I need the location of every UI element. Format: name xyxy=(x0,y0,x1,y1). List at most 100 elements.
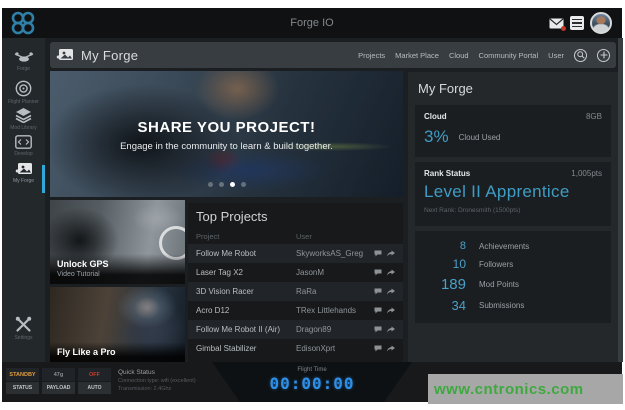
sidebar-item-label: Flight Planner xyxy=(8,99,39,105)
rank-label: Rank Status xyxy=(424,169,470,178)
mail-icon[interactable] xyxy=(549,18,564,29)
rank-card[interactable]: Rank Status 1,005pts Level II Apprentice… xyxy=(415,162,611,226)
project-name: Laser Tag X2 xyxy=(196,268,296,277)
comment-icon[interactable] xyxy=(374,345,382,352)
stats-card: 8 Achievements 10 Followers 189 Mod Poin… xyxy=(415,231,611,323)
rank-next: Next Rank: Dronesmith (1500pts) xyxy=(424,207,602,214)
share-icon[interactable] xyxy=(387,288,395,295)
flight-time-label: Flight Time xyxy=(212,367,412,373)
flight-time-display: Flight Time 00:00:00 xyxy=(212,362,412,402)
project-name: Follow Me Robot II (Air) xyxy=(196,325,296,334)
project-user: Dragon89 xyxy=(296,325,374,334)
nav-market-place[interactable]: Market Place xyxy=(395,51,439,60)
sidebar-item-label: My Forge xyxy=(13,178,34,184)
table-row[interactable]: 3D Vision Racer RaRa xyxy=(188,282,403,301)
auto-cell[interactable]: OFF AUTO xyxy=(78,368,111,394)
sidebar: Forge Flight Planner Mod Library xyxy=(2,38,45,362)
stat-followers[interactable]: 10 Followers xyxy=(424,257,602,271)
stat-mod-points[interactable]: 189 Mod Points xyxy=(424,276,602,293)
share-icon[interactable] xyxy=(387,250,395,257)
sidebar-item-mod-library[interactable]: Mod Library xyxy=(2,107,45,131)
video-subtitle: Video Tutorial xyxy=(57,271,178,278)
status-value: STANDBY xyxy=(6,368,39,381)
payload-cell[interactable]: 47g PAYLOAD xyxy=(42,368,75,394)
quick-status: Quick Status Connection type: wifi (exce… xyxy=(118,369,196,392)
table-row[interactable]: Follow Me Robot SkyworksAS_Greg xyxy=(188,244,403,263)
cloud-used-percent: 3% xyxy=(424,127,449,147)
watermark: www.cntronics.com xyxy=(428,374,623,404)
column-project: Project xyxy=(196,232,296,241)
comment-icon[interactable] xyxy=(374,326,382,333)
hero-subtitle: Engage in the community to learn & build… xyxy=(50,141,403,152)
status-cell[interactable]: STANDBY STATUS xyxy=(6,368,39,394)
table-row[interactable]: Gimbal Stabilizer EdisonXprt xyxy=(188,339,403,358)
stat-value: 189 xyxy=(424,276,466,293)
video-title: Fly Like a Pro xyxy=(57,347,178,357)
share-icon[interactable] xyxy=(387,269,395,276)
sidebar-item-develop[interactable]: Develop xyxy=(2,135,45,157)
nav-cloud[interactable]: Cloud xyxy=(449,51,469,60)
flight-time-value: 00:00:00 xyxy=(212,374,412,393)
sidebar-item-settings[interactable]: Settings xyxy=(2,316,45,341)
share-icon[interactable] xyxy=(387,345,395,352)
tools-icon xyxy=(15,316,32,333)
stat-value: 10 xyxy=(424,257,466,271)
project-name: 3D Vision Racer xyxy=(196,287,296,296)
project-user: EdisonXprt xyxy=(296,344,374,353)
nav-community-portal[interactable]: Community Portal xyxy=(479,51,539,60)
nav-projects[interactable]: Projects xyxy=(358,51,385,60)
quick-status-line: Transmission: 2.4Ghz xyxy=(118,386,196,392)
search-button[interactable] xyxy=(574,49,587,62)
project-user: JasonM xyxy=(296,268,374,277)
comment-icon[interactable] xyxy=(374,250,382,257)
share-icon[interactable] xyxy=(387,307,395,314)
hero-title: SHARE YOU PROJECT! xyxy=(50,119,403,136)
carousel-dot[interactable] xyxy=(241,182,246,187)
sidebar-item-forge[interactable]: Forge xyxy=(2,52,45,72)
user-avatar[interactable] xyxy=(590,12,612,34)
sidebar-item-label: Develop xyxy=(14,151,32,157)
carousel-dot[interactable] xyxy=(208,182,213,187)
my-forge-panel: My Forge Cloud 8GB 3% Cloud Used Rank St… xyxy=(408,72,618,362)
flight-planner-icon xyxy=(15,80,32,97)
comment-icon[interactable] xyxy=(374,307,382,314)
app-title: Forge IO xyxy=(2,17,622,29)
cloud-card[interactable]: Cloud 8GB 3% Cloud Used xyxy=(415,105,611,157)
hero-banner[interactable]: SHARE YOU PROJECT! Engage in the communi… xyxy=(50,71,403,197)
sidebar-item-flight-planner[interactable]: Flight Planner xyxy=(2,80,45,105)
rank-level: Level II Apprentice xyxy=(424,182,602,202)
page-title: My Forge xyxy=(81,48,138,63)
table-row[interactable]: Acro D12 TRex Littlehands xyxy=(188,301,403,320)
table-row[interactable]: Laser Tag X2 JasonM xyxy=(188,263,403,282)
sidebar-item-my-forge[interactable]: My Forge xyxy=(2,162,45,184)
project-name: Acro D12 xyxy=(196,306,296,315)
carousel-dot[interactable] xyxy=(219,182,224,187)
share-icon[interactable] xyxy=(387,326,395,333)
video-title: Unlock GPS xyxy=(57,259,178,269)
stat-submissions[interactable]: 34 Submissions xyxy=(424,298,602,313)
stat-value: 34 xyxy=(424,298,466,313)
top-projects-panel: Top Projects Project User Follow Me Robo… xyxy=(188,203,403,362)
sidebar-item-label: Settings xyxy=(14,335,32,341)
table-header: Project User xyxy=(188,229,403,244)
stat-label: Achievements xyxy=(479,242,529,251)
comment-icon[interactable] xyxy=(374,269,382,276)
video-card-fly-like-a-pro[interactable]: Fly Like a Pro xyxy=(50,287,185,363)
page-header: My Forge Projects Market Place Cloud Com… xyxy=(50,42,616,68)
table-row[interactable]: Follow Me Robot II (Air) Dragon89 xyxy=(188,320,403,339)
panel-title: My Forge xyxy=(408,72,618,104)
search-icon xyxy=(577,51,585,59)
project-name: Follow Me Robot xyxy=(196,249,296,258)
comment-icon[interactable] xyxy=(374,288,382,295)
scrollbar[interactable] xyxy=(618,38,623,362)
app-window: Forge IO Forge xyxy=(0,0,625,410)
menu-icon[interactable] xyxy=(570,16,584,30)
auto-value: OFF xyxy=(78,368,111,381)
nav-user[interactable]: User xyxy=(548,51,564,60)
video-card-unlock-gps[interactable]: Unlock GPS Video Tutorial xyxy=(50,200,185,284)
add-button[interactable] xyxy=(597,49,610,62)
drone-icon xyxy=(14,52,34,64)
notification-badge xyxy=(561,26,566,31)
carousel-dot-active[interactable] xyxy=(230,182,235,187)
stat-achievements[interactable]: 8 Achievements xyxy=(424,240,602,252)
